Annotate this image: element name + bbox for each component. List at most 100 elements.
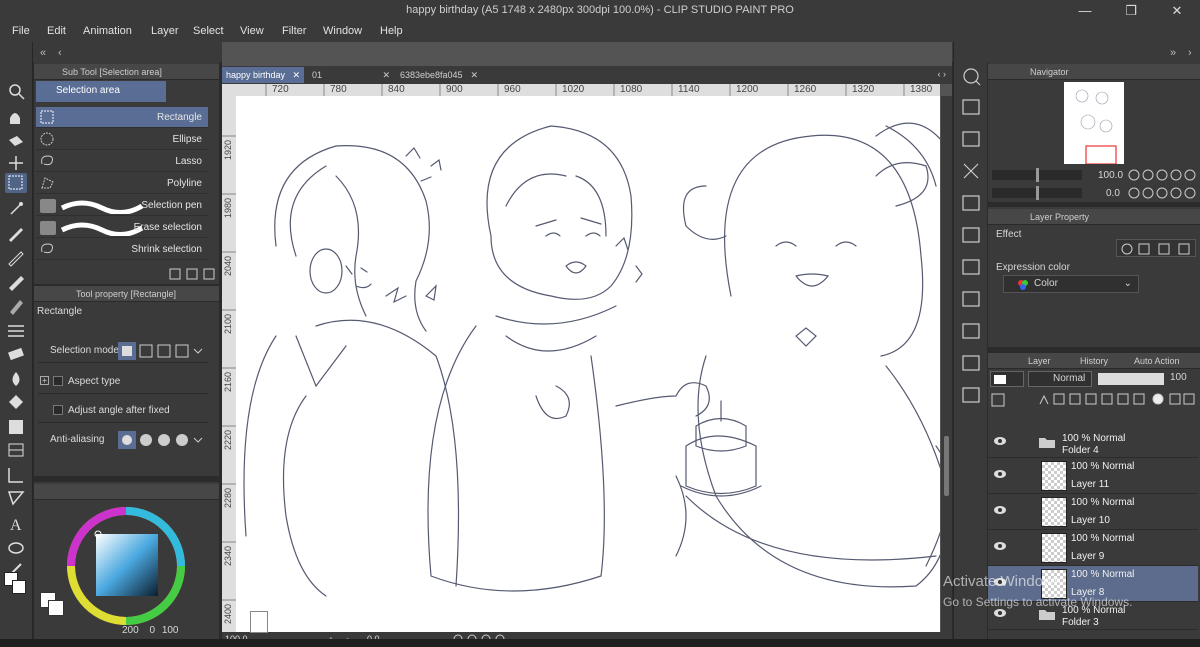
navigator-control-icons[interactable]: [1128, 169, 1198, 201]
layer-row-layer-9[interactable]: 100 % Normal Layer 9: [988, 530, 1198, 566]
subtool-group-tab[interactable]: Selection area: [36, 81, 166, 102]
ruler-v-label: 2340: [223, 546, 233, 567]
canvas-area: happy birthday ✕ 01 ✕ 6383ebe8fa045 ✕ ‹ › 7…: [222, 42, 952, 647]
close-tab-icon[interactable]: ✕: [470, 67, 478, 83]
eye-icon[interactable]: [993, 541, 1007, 551]
drawing-canvas[interactable]: [236, 96, 940, 636]
tool-palette: A: [0, 42, 33, 647]
subtool-label: Lasso: [175, 156, 202, 167]
subtool-ellipse[interactable]: Ellipse: [36, 129, 208, 150]
subtool-shrink-selection[interactable]: Shrink selection: [36, 239, 208, 260]
vertical-scrollbar[interactable]: [941, 96, 952, 632]
layer-row-layer-11[interactable]: 100 % Normal Layer 11: [988, 458, 1198, 494]
tool-icons[interactable]: A: [5, 82, 27, 612]
tab-history[interactable]: History: [1080, 353, 1108, 369]
right-panel-collapse-icon[interactable]: » ›: [1170, 45, 1200, 59]
horizontal-ruler: 720 780 840 900 960 1020 1080 1140 1200 …: [236, 84, 940, 96]
minimize-button[interactable]: —: [1062, 0, 1108, 22]
anti-aliasing-options[interactable]: [118, 431, 208, 449]
menu-select[interactable]: Select: [193, 25, 224, 37]
menu-animation[interactable]: Animation: [83, 25, 132, 37]
menu-layer[interactable]: Layer: [151, 25, 179, 37]
expression-color-select[interactable]: Color ⌄: [1003, 275, 1139, 293]
menu-edit[interactable]: Edit: [47, 25, 66, 37]
layer-tool-icons[interactable]: [990, 390, 1196, 410]
doc-tab-01[interactable]: 01 ✕: [308, 67, 394, 83]
doc-tab-happy-birthday[interactable]: happy birthday ✕: [222, 67, 304, 83]
layer-mode: 100 % Normal: [1062, 433, 1126, 444]
folder-icon: [1039, 438, 1055, 448]
navigator-zoom-slider[interactable]: [992, 168, 1082, 182]
selection-pen-icon: [40, 199, 144, 214]
eye-icon[interactable]: [993, 436, 1007, 446]
close-tab-icon[interactable]: ✕: [382, 67, 390, 83]
tool-property-panel: Tool property [Rectangle] Rectangle Sele…: [34, 286, 219, 476]
color-wheel[interactable]: [64, 504, 189, 629]
panel-switch-icons[interactable]: [959, 64, 983, 424]
layer-color-button[interactable]: [990, 371, 1024, 387]
layer-name: Layer 11: [1071, 479, 1110, 490]
layer-row-layer-10[interactable]: 100 % Normal Layer 10: [988, 494, 1198, 530]
navigator-thumbnail: [1075, 89, 1117, 165]
navigator-panel: Navigator 100.0 0.0: [988, 62, 1200, 202]
menu-window[interactable]: Window: [323, 25, 362, 37]
opacity-value[interactable]: 100: [1170, 372, 1187, 383]
adjust-angle-label: Adjust angle after fixed: [68, 405, 170, 416]
layer-tabs: Layer History Auto Action: [988, 353, 1200, 369]
subtool-label: Polyline: [166, 178, 202, 189]
close-tab-icon[interactable]: ✕: [292, 67, 300, 83]
blend-mode-select[interactable]: Normal: [1028, 371, 1092, 387]
color-swatches[interactable]: [40, 592, 70, 622]
subtool-erase-selection[interactable]: Erase selection: [36, 217, 208, 238]
subtool-action-icons[interactable]: [168, 267, 218, 281]
tool-property-header: Tool property [Rectangle]: [34, 286, 219, 302]
subtool-polyline[interactable]: Polyline: [36, 173, 208, 194]
svg-text:»: »: [1170, 47, 1176, 59]
color-value-c: 100: [161, 625, 179, 636]
aspect-type-checkbox[interactable]: [53, 376, 63, 386]
navigator-rotate-slider[interactable]: [992, 186, 1082, 200]
subtool-selection-pen[interactable]: Selection pen: [36, 195, 208, 216]
menu-filter[interactable]: Filter: [282, 25, 306, 37]
eye-icon[interactable]: [993, 505, 1007, 515]
scrollbar-thumb[interactable]: [944, 436, 949, 496]
close-button[interactable]: ✕: [1154, 0, 1200, 22]
layer-row-folder-4[interactable]: 100 % Normal Folder 4: [988, 430, 1198, 458]
subtool-label: Rectangle: [156, 112, 202, 123]
adjust-angle-row: Adjust angle after fixed: [38, 399, 208, 423]
subtool-lasso[interactable]: Lasso: [36, 151, 208, 172]
opacity-slider[interactable]: [1098, 373, 1164, 385]
tab-layer[interactable]: Layer: [1028, 353, 1051, 369]
ellipse-selection-icon: [40, 132, 54, 146]
adjust-angle-checkbox[interactable]: [53, 405, 63, 415]
menu-file[interactable]: File: [12, 25, 30, 37]
subtool-rectangle[interactable]: Rectangle: [36, 107, 208, 128]
selection-mode-buttons[interactable]: [118, 342, 208, 360]
color-swatch-icon[interactable]: [4, 572, 28, 594]
effect-buttons[interactable]: [1116, 239, 1196, 257]
maximize-button[interactable]: ❐: [1108, 0, 1154, 22]
ruler-tick-label: 1140: [678, 84, 700, 95]
eye-icon[interactable]: [993, 608, 1007, 618]
activation-watermark-subtitle: Go to Settings to activate Windows.: [943, 595, 1133, 609]
navigator-preview[interactable]: [1064, 82, 1124, 165]
tab-scroll-icons[interactable]: ‹ ›: [938, 69, 947, 79]
layer-thumbnail-icon[interactable]: [250, 611, 268, 633]
doc-tab-3[interactable]: 6383ebe8fa045 ✕: [396, 67, 482, 83]
subtool-label: Shrink selection: [131, 244, 202, 255]
vertical-ruler: 1920 1980 2040 2100 2160 2220 2280 2340 …: [222, 96, 236, 636]
color-value-a: 200: [122, 625, 139, 636]
subtool-header: Sub Tool [Selection area]: [34, 64, 219, 80]
aspect-type-row: + Aspect type: [38, 370, 208, 394]
layer-property-panel: Layer Property Effect Expression color C…: [988, 207, 1200, 347]
menu-help[interactable]: Help: [380, 25, 403, 37]
ruler-v-label: 1920: [223, 140, 233, 161]
navigator-rotate-value[interactable]: 0.0: [1106, 188, 1120, 199]
navigator-zoom-value[interactable]: 100.0: [1098, 170, 1123, 181]
layer-thumbnail: [1041, 497, 1067, 527]
expand-icon[interactable]: +: [40, 376, 49, 385]
color-wheel-panel: 200 0 100: [34, 482, 219, 647]
eye-icon[interactable]: [993, 469, 1007, 479]
tab-auto-action[interactable]: Auto Action: [1134, 353, 1180, 369]
menu-view[interactable]: View: [240, 25, 264, 37]
